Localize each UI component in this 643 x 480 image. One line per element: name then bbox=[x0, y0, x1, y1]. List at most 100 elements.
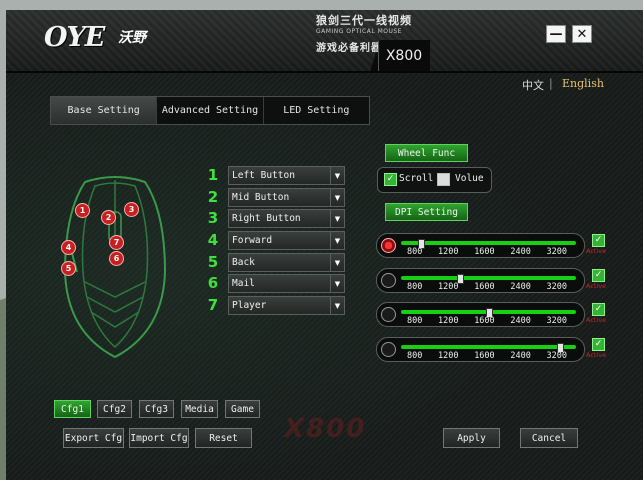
cfg2-button[interactable]: Cfg2 bbox=[97, 400, 132, 418]
row-number-5: 5 bbox=[207, 253, 219, 271]
button-5-value: Back bbox=[232, 257, 255, 268]
dpi-tick: 3200 bbox=[546, 282, 567, 292]
mouse-diagram: 1 2 3 4 5 6 7 bbox=[55, 172, 175, 362]
dropdown-arrow-icon: ▼ bbox=[330, 232, 344, 249]
lang-chinese-link[interactable]: 中文 bbox=[522, 77, 544, 93]
mouse-marker-3: 3 bbox=[124, 202, 139, 217]
dpi-1-slider-track[interactable] bbox=[401, 241, 576, 245]
button-3-dropdown[interactable]: Right Button ▼ bbox=[228, 209, 345, 228]
mouse-marker-5: 5 bbox=[61, 261, 76, 276]
tab-led-setting[interactable]: LED Setting bbox=[264, 97, 369, 124]
dpi-tick: 1600 bbox=[474, 351, 495, 361]
mouse-marker-1: 1 bbox=[75, 203, 90, 218]
media-button[interactable]: Media bbox=[181, 400, 218, 418]
dpi-tick: 800 bbox=[407, 247, 423, 257]
reset-button[interactable]: Reset bbox=[195, 428, 252, 448]
product-subtitle: GAMING OPTICAL MOUSE bbox=[316, 28, 402, 35]
dpi-3-radio[interactable] bbox=[381, 307, 396, 322]
button-7-value: Player bbox=[232, 300, 267, 311]
dpi-tick: 1600 bbox=[474, 247, 495, 257]
game-button[interactable]: Game bbox=[225, 400, 260, 418]
dropdown-arrow-icon: ▼ bbox=[330, 189, 344, 206]
cancel-button[interactable]: Cancel bbox=[520, 428, 578, 448]
dpi-2-ticks: 800 1200 1600 2400 3200 bbox=[407, 282, 567, 292]
wheel-func-header: Wheel Func bbox=[385, 144, 468, 162]
dropdown-arrow-icon: ▼ bbox=[330, 297, 344, 314]
dpi-3-active-checkbox[interactable]: ✓ bbox=[592, 303, 605, 316]
dropdown-arrow-icon: ▼ bbox=[330, 254, 344, 271]
dpi-1-active-checkbox[interactable]: ✓ bbox=[592, 234, 605, 247]
dpi-tick: 1200 bbox=[438, 316, 459, 326]
row-number-4: 4 bbox=[207, 231, 219, 249]
button-1-dropdown[interactable]: Left Button ▼ bbox=[228, 166, 345, 185]
lang-english-link[interactable]: English bbox=[562, 77, 604, 90]
export-cfg-button[interactable]: Export Cfg bbox=[63, 428, 124, 448]
dropdown-arrow-icon: ▼ bbox=[330, 167, 344, 184]
dpi-tick: 1600 bbox=[474, 282, 495, 292]
tab-bar: Base Setting Advanced Setting LED Settin… bbox=[50, 96, 370, 125]
dropdown-arrow-icon: ▼ bbox=[330, 275, 344, 292]
apply-button[interactable]: Apply bbox=[443, 428, 500, 448]
dpi-tick: 2400 bbox=[510, 351, 531, 361]
dpi-tick: 800 bbox=[407, 351, 423, 361]
brand-logo-sub: 沃野 bbox=[118, 30, 146, 46]
tab-advanced-setting[interactable]: Advanced Setting bbox=[157, 97, 264, 124]
dpi-3-ticks: 800 1200 1600 2400 3200 bbox=[407, 316, 567, 326]
lang-separator: | bbox=[549, 77, 553, 90]
cfg3-button[interactable]: Cfg3 bbox=[139, 400, 174, 418]
minimize-icon: — bbox=[549, 26, 563, 42]
close-icon: ✕ bbox=[576, 26, 588, 42]
button-5-dropdown[interactable]: Back ▼ bbox=[228, 253, 345, 272]
dpi-2-active-label: Active bbox=[586, 282, 607, 290]
checkmark-icon: ✓ bbox=[594, 339, 603, 349]
dpi-1-radio[interactable] bbox=[381, 238, 396, 253]
model-watermark: X800 bbox=[284, 414, 367, 444]
close-button[interactable]: ✕ bbox=[572, 25, 592, 43]
dpi-4-slider-track[interactable] bbox=[401, 345, 576, 349]
row-number-2: 2 bbox=[207, 188, 219, 206]
button-2-dropdown[interactable]: Mid Button ▼ bbox=[228, 188, 345, 207]
dpi-setting-header: DPI Setting bbox=[385, 203, 468, 221]
row-number-7: 7 bbox=[207, 296, 219, 314]
brand-logo: OYE bbox=[44, 22, 105, 53]
dpi-tick: 3200 bbox=[546, 316, 567, 326]
dpi-row-2: 800 1200 1600 2400 3200 bbox=[376, 268, 585, 293]
row-number-1: 1 bbox=[207, 166, 219, 184]
button-7-dropdown[interactable]: Player ▼ bbox=[228, 296, 345, 315]
button-4-dropdown[interactable]: Forward ▼ bbox=[228, 231, 345, 250]
checkmark-icon: ✓ bbox=[594, 270, 603, 280]
dpi-4-active-checkbox[interactable]: ✓ bbox=[592, 338, 605, 351]
dpi-tick: 800 bbox=[407, 282, 423, 292]
button-6-value: Mail bbox=[232, 278, 255, 289]
dropdown-arrow-icon: ▼ bbox=[330, 210, 344, 227]
product-slogan: 游戏必备利器 bbox=[316, 43, 382, 54]
row-number-6: 6 bbox=[207, 274, 219, 292]
dpi-1-active-label: Active bbox=[586, 247, 607, 255]
button-1-value: Left Button bbox=[232, 170, 295, 181]
button-3-value: Right Button bbox=[232, 213, 301, 224]
button-4-value: Forward bbox=[232, 235, 273, 246]
dpi-row-3: 800 1200 1600 2400 3200 bbox=[376, 302, 585, 327]
mouse-marker-2: 2 bbox=[101, 210, 116, 225]
minimize-button[interactable]: — bbox=[546, 25, 566, 43]
dpi-2-active-checkbox[interactable]: ✓ bbox=[592, 269, 605, 282]
volue-checkbox[interactable] bbox=[437, 173, 450, 186]
dpi-4-radio[interactable] bbox=[381, 342, 396, 357]
dpi-2-slider-track[interactable] bbox=[401, 276, 576, 280]
product-title: 狼剑三代一线视频 bbox=[316, 14, 412, 27]
scroll-checkbox[interactable]: ✓ bbox=[384, 173, 397, 186]
scroll-label: Scroll bbox=[399, 173, 434, 184]
dpi-2-radio[interactable] bbox=[381, 273, 396, 288]
dpi-3-active-label: Active bbox=[586, 316, 607, 324]
app-window: OYE 沃野 狼剑三代一线视频 GAMING OPTICAL MOUSE 游戏必… bbox=[0, 0, 643, 480]
button-2-value: Mid Button bbox=[232, 192, 290, 203]
model-badge: X800 bbox=[378, 41, 429, 71]
tab-base-setting[interactable]: Base Setting bbox=[51, 97, 158, 124]
mouse-marker-6: 6 bbox=[109, 251, 124, 266]
import-cfg-button[interactable]: Import Cfg bbox=[129, 428, 189, 448]
dpi-tick: 1200 bbox=[438, 247, 459, 257]
button-6-dropdown[interactable]: Mail ▼ bbox=[228, 274, 345, 293]
checkmark-icon: ✓ bbox=[594, 304, 603, 314]
mouse-marker-4: 4 bbox=[61, 240, 76, 255]
cfg1-button[interactable]: Cfg1 bbox=[54, 400, 91, 418]
